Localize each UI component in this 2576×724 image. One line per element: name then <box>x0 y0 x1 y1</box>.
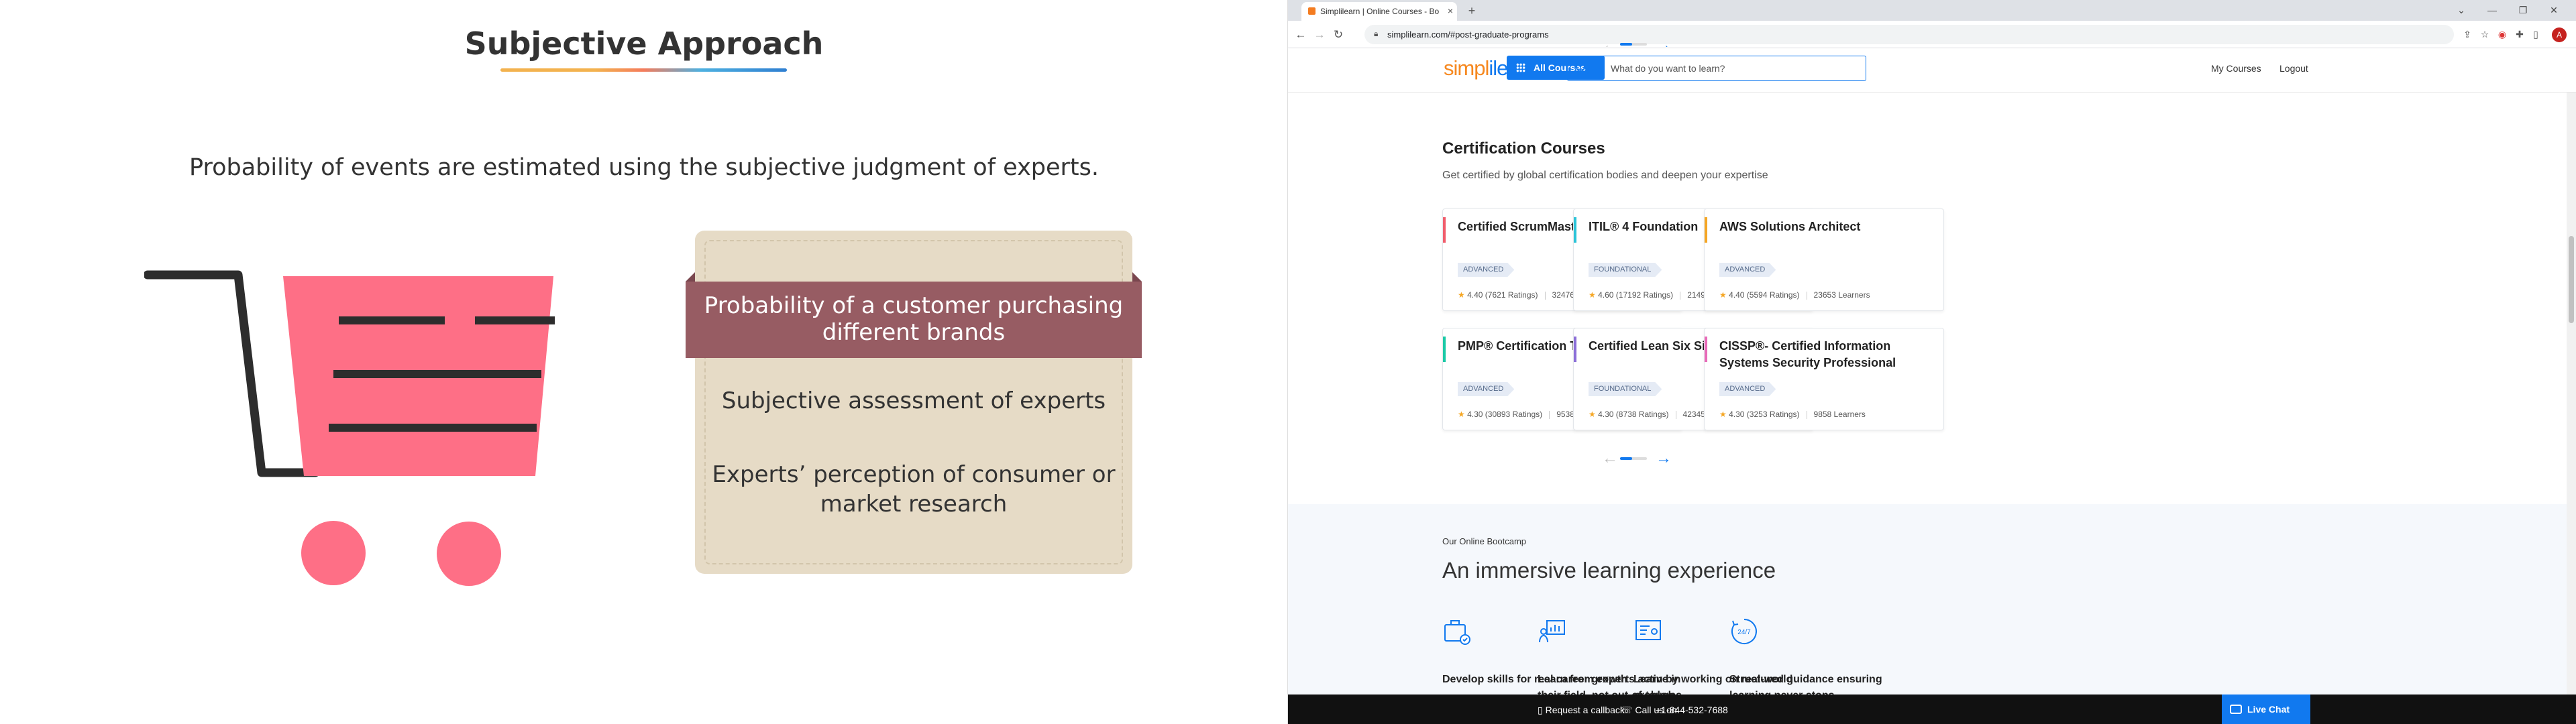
url-text: simplilearn.com/#post-graduate-programs <box>1387 29 1549 40</box>
star-icon: ★ <box>1719 410 1727 419</box>
section-title: Certification Courses <box>1442 139 1605 158</box>
slide-title: Subjective Approach <box>464 25 824 62</box>
my-courses-link[interactable]: My Courses <box>2211 63 2261 74</box>
carousel-dots <box>1620 457 1647 460</box>
presentation-slide: Subjective Approach Probability of event… <box>0 0 1288 724</box>
briefcase-icon <box>1444 620 1470 645</box>
prev-arrow-top-icon[interactable]: ← <box>1602 38 1618 47</box>
course-name: AWS Solutions Architect <box>1719 220 1861 233</box>
bootcamp-kicker: Our Online Bootcamp <box>1442 536 1527 546</box>
live-chat-button[interactable]: Live Chat <box>2222 695 2310 724</box>
title-underline <box>500 68 787 72</box>
reload-icon[interactable]: ↻ <box>1330 26 1347 44</box>
level-badge: ADVANCED <box>1719 382 1776 396</box>
card-line-2: Experts’ perception of consumer or marke… <box>712 461 1116 518</box>
star-icon: ★ <box>1719 290 1727 300</box>
shopping-cart-illustration <box>144 270 555 586</box>
chat-icon <box>2230 705 2242 714</box>
star-icon: ★ <box>1458 410 1465 419</box>
profile-avatar[interactable]: A <box>2552 27 2567 42</box>
forward-arrow-icon[interactable]: → <box>1311 26 1328 44</box>
prev-arrow-icon[interactable]: ← <box>1602 450 1618 467</box>
back-arrow-icon[interactable]: ← <box>1292 26 1309 44</box>
tab-search-icon[interactable]: ⌄ <box>2446 0 2477 21</box>
carousel-dots-top <box>1620 43 1647 46</box>
section-subtitle: Get certified by global certification bo… <box>1442 170 1768 181</box>
level-badge: ADVANCED <box>1719 263 1776 277</box>
next-arrow-top-icon[interactable]: → <box>1656 38 1672 47</box>
browser-window: Simplilearn | Online Courses - Bo × + ⌄ … <box>1288 0 2576 724</box>
sticky-bottom-bar: ▯ Request a callback ☏ Call us on +1-844… <box>1288 695 2576 724</box>
site-header: simplilearn All Courses What do you want… <box>1288 48 2576 93</box>
logout-link[interactable]: Logout <box>2279 63 2308 74</box>
course-stats: ★ 4.40 (5594 Ratings) 23653 Learners <box>1719 290 1870 300</box>
address-bar-row: ← → ↻ 🔒︎ simplilearn.com/#post-graduate-… <box>1288 21 2576 48</box>
star-icon: ★ <box>1589 410 1596 419</box>
star-icon: ★ <box>1458 290 1465 300</box>
grid-icon <box>1516 63 1525 72</box>
favicon-icon <box>1308 7 1316 15</box>
restore-button[interactable]: ❐ <box>2508 0 2538 21</box>
course-card[interactable]: AWS Solutions Architect ADVANCED ★ 4.40 … <box>1704 208 1944 311</box>
star-icon: ★ <box>1589 290 1596 300</box>
level-badge: ADVANCED <box>1458 263 1514 277</box>
close-window-button[interactable]: ✕ <box>2538 0 2569 21</box>
phone-icon: ☏ <box>1621 705 1633 715</box>
level-badge: ADVANCED <box>1458 382 1514 396</box>
svg-text:24/7: 24/7 <box>1737 629 1751 636</box>
request-callback-link[interactable]: ▯ Request a callback <box>1538 705 1625 716</box>
level-badge: FOUNDATIONAL <box>1589 263 1662 277</box>
scroll-thumb[interactable] <box>2569 236 2574 323</box>
search-placeholder: What do you want to learn? <box>1611 63 1725 74</box>
phone-icon: ▯ <box>1538 705 1543 715</box>
course-card[interactable]: CISSP®- Certified Information Systems Se… <box>1704 328 1944 430</box>
tab-close-icon[interactable]: × <box>1444 2 1457 19</box>
tab-title: Simplilearn | Online Courses - Bo <box>1320 7 1440 16</box>
bookmark-star-icon[interactable]: ☆ <box>2477 26 2493 42</box>
url-field[interactable]: 🔒︎ simplilearn.com/#post-graduate-progra… <box>1364 25 2454 44</box>
bootcamp-title: An immersive learning experience <box>1442 558 1776 583</box>
search-input[interactable]: What do you want to learn? <box>1567 56 1866 81</box>
presentation-icon <box>1539 620 1565 643</box>
lock-icon: 🔒︎ <box>1374 29 1379 38</box>
next-arrow-icon[interactable]: → <box>1656 450 1672 467</box>
bootcamp-section: Our Online Bootcamp An immersive learnin… <box>1288 504 2576 724</box>
minimize-button[interactable]: — <box>2477 0 2508 21</box>
slide-subtitle: Probability of events are estimated usin… <box>189 154 1099 181</box>
level-badge: FOUNDATIONAL <box>1589 382 1662 396</box>
tab-strip: Simplilearn | Online Courses - Bo × + ⌄ … <box>1288 0 2576 21</box>
phone-number[interactable]: +1-844-532-7688 <box>1656 705 1728 715</box>
extension-icon[interactable]: ◉ <box>2494 26 2510 42</box>
browser-tab[interactable]: Simplilearn | Online Courses - Bo <box>1301 2 1457 21</box>
puzzle-icon[interactable]: ✚ <box>2512 26 2528 42</box>
card-heading: Probability of a customer purchasing dif… <box>686 282 1142 358</box>
card-line-1: Subjective assessment of experts <box>721 387 1106 414</box>
share-icon[interactable]: ⇪ <box>2459 26 2475 42</box>
side-panel-icon[interactable]: ▯ <box>2528 26 2544 42</box>
new-tab-button[interactable]: + <box>1464 2 1480 19</box>
clock-24-icon: 24/7 <box>1731 619 1757 644</box>
course-name: CISSP®- Certified Information Systems Se… <box>1719 339 1896 369</box>
certificate-icon <box>1635 620 1661 640</box>
scrollbar[interactable] <box>2567 93 2576 695</box>
search-icon <box>1576 62 1585 72</box>
course-stats: ★ 4.30 (3253 Ratings) 9858 Learners <box>1719 410 1866 419</box>
